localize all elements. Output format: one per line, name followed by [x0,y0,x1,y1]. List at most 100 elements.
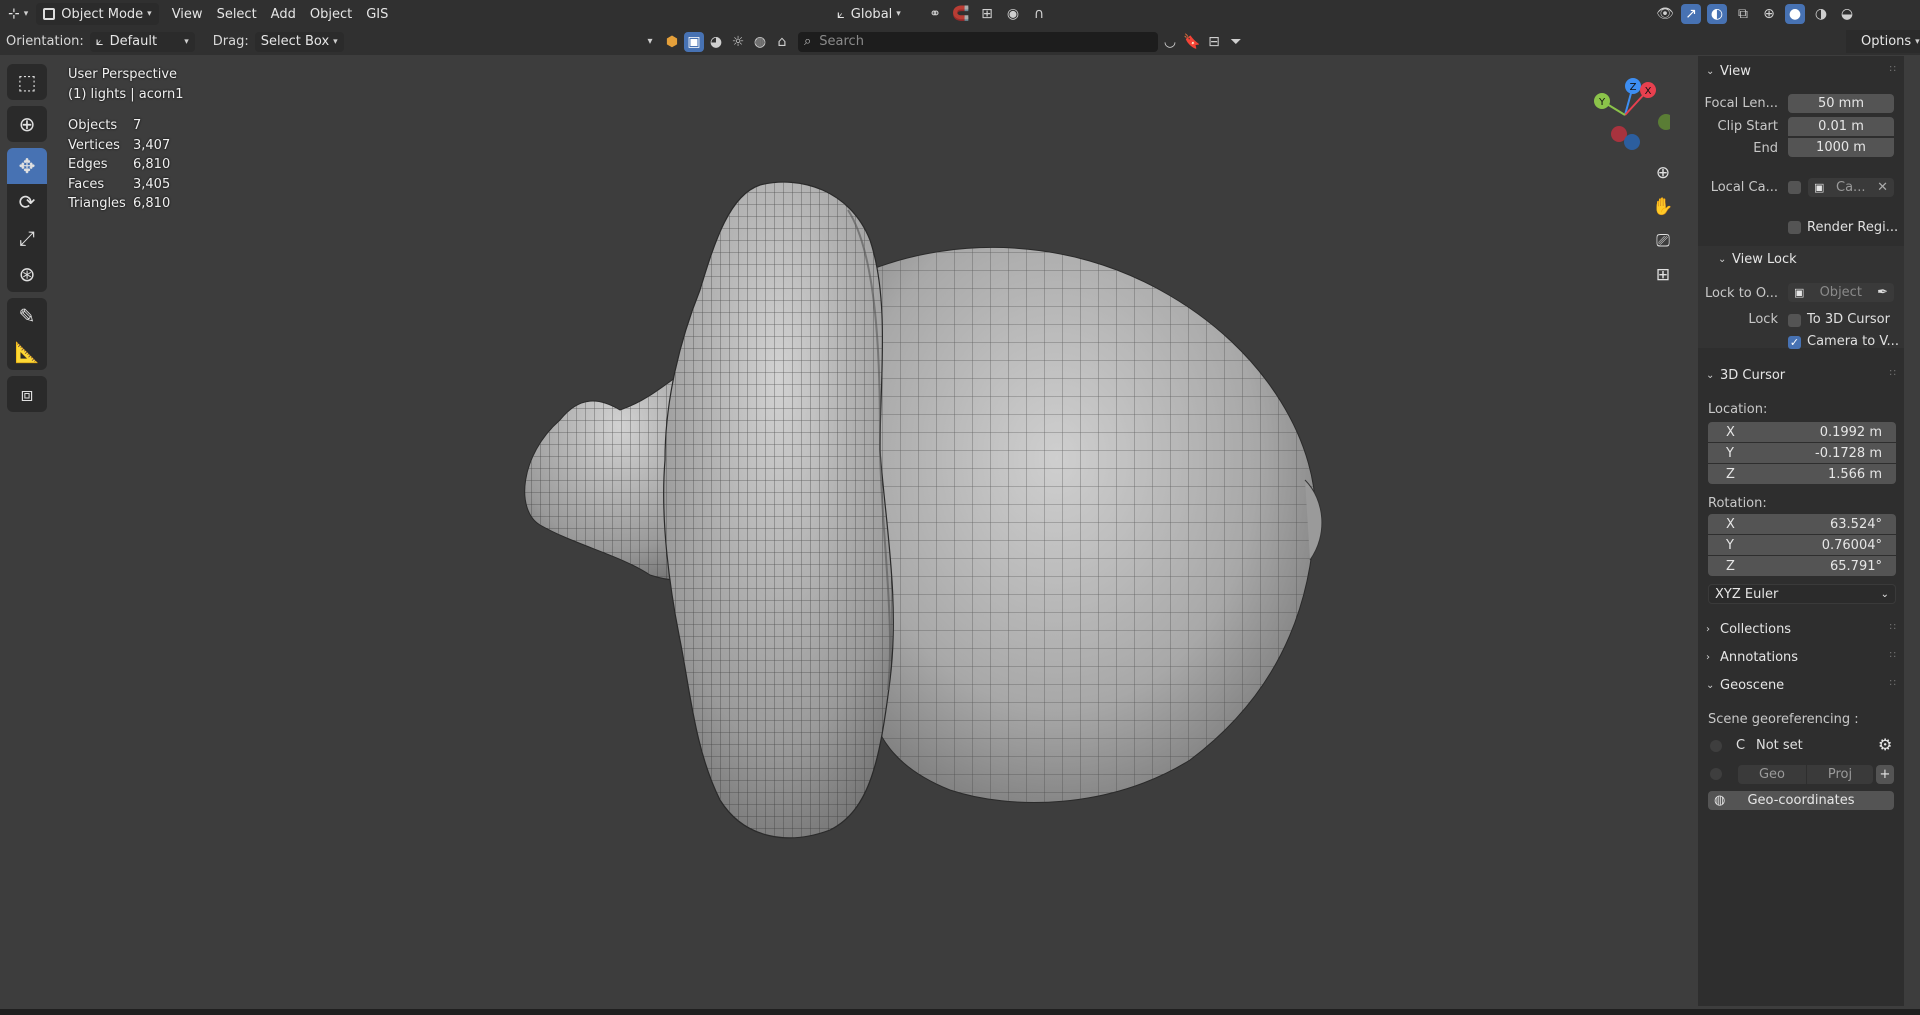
panel-view-header[interactable]: ⌄ View [1706,64,1751,79]
clip-start-field[interactable]: 0.01 m [1788,117,1894,136]
menu-view[interactable]: View [165,3,210,25]
focal-length-field[interactable]: 50 mm [1788,94,1894,113]
selection-set-icon[interactable]: ◡ [1160,32,1180,52]
menu-object[interactable]: Object [303,3,359,25]
rotate-tool-icon[interactable]: ⟳ [7,184,47,220]
geo-button[interactable]: Geo [1738,765,1806,784]
render-region-checkbox[interactable] [1788,221,1801,234]
proj-button[interactable]: Proj [1807,765,1873,784]
outliner-filter-icon[interactable]: ⬢ [662,32,682,52]
drag-handle-icon[interactable]: ∷ [1890,368,1896,379]
panel-3d-cursor-header[interactable]: ⌄ 3D Cursor [1706,368,1785,383]
clear-x-icon[interactable]: ✕ [1877,180,1888,195]
panel-annotations-header[interactable]: › Annotations [1706,650,1798,665]
pan-hand-icon[interactable]: ✋ [1648,192,1678,222]
chevron-down-icon[interactable]: ▾ [640,32,660,52]
annotate-tool-icon[interactable]: ✎ [7,298,47,334]
cursor-rotation-x-field[interactable]: X 63.524° [1708,514,1896,534]
cursor-tool-icon[interactable]: ⊕ [7,106,47,142]
eyedropper-icon[interactable]: ✒ [1877,285,1888,300]
chevron-down-icon: ▾ [896,9,901,19]
drag-dropdown[interactable]: Select Box ▾ [254,31,344,52]
lock-to-object-field[interactable]: ▣ Object ✒ [1788,283,1894,302]
navigation-gizmo[interactable]: Z X Y [1580,70,1670,160]
pivot-point-icon[interactable]: ⚭ [925,4,945,24]
clip-end-field[interactable]: 1000 m [1788,138,1894,157]
cursor-rotation-z-field[interactable]: Z 65.791° [1708,556,1896,576]
transform-tool-icon[interactable]: ⊛ [7,256,47,292]
editor-type-button[interactable]: ⊹ ▾ [4,3,32,25]
filter-icon[interactable]: ⏷ [1226,32,1246,52]
menu-add[interactable]: Add [264,3,303,25]
acorn-nut [869,246,1316,803]
perspective-label: User Perspective [68,67,178,82]
camera-select-icon[interactable]: ⌂ [772,32,792,52]
orthographic-grid-icon[interactable]: ⊞ [1648,260,1678,290]
options-dropdown[interactable]: Options ▾ [1846,30,1920,53]
cursor-rotation-y-field[interactable]: Y 0.76004° [1708,535,1896,555]
bookmark-icon[interactable]: 🔖 [1182,32,1202,52]
render-region-label: Render Regi... [1807,220,1899,235]
zoom-icon[interactable]: ⊕ [1648,158,1678,188]
orientation-dropdown[interactable]: ⟀ Default ▾ [89,31,195,52]
axis-label: X [1726,516,1735,532]
world-select-icon[interactable]: ◍ [750,32,770,52]
snap-icon[interactable]: 🧲 [951,4,971,24]
cursor-location-z-field[interactable]: Z 1.566 m [1708,464,1896,484]
move-tool-icon[interactable]: ✥ [7,148,47,184]
proportional-edit-icon[interactable]: ◉ [1003,4,1023,24]
object-select-icon[interactable]: ▣ [684,31,704,52]
panel-view-lock-header[interactable]: ⌄ View Lock [1718,252,1797,267]
radio-icon[interactable] [1710,740,1722,752]
display-mode-icon[interactable]: ⊟ [1204,32,1224,52]
drag-handle-icon[interactable]: ∷ [1890,650,1896,661]
orientation-value: Default [109,34,158,49]
light-select-icon[interactable]: ☼ [728,32,748,52]
gizmo-neg-z-axis[interactable] [1624,134,1640,150]
cursor-location-x-field[interactable]: X 0.1992 m [1708,422,1896,442]
snap-target-icon[interactable]: ⊞ [977,4,997,24]
mesh-select-icon[interactable]: ◕ [706,32,726,52]
camera-to-view-checkbox[interactable]: ✓ [1788,336,1801,349]
scale-tool-icon[interactable]: ⤢ [7,220,47,256]
measure-tool-icon[interactable]: 📐 [7,334,47,370]
xray-icon[interactable]: ⧉ [1733,4,1753,24]
select-box-tool-icon[interactable]: ⬚ [7,64,47,100]
gizmo-toggle-icon[interactable]: ↗ [1681,4,1701,24]
local-camera-field[interactable]: ▣ Ca... ✕ [1808,178,1894,197]
add-crs-button[interactable]: + [1876,765,1894,784]
mode-dropdown[interactable]: Object Mode ▾ [36,3,159,25]
drag-handle-icon[interactable]: ∷ [1890,64,1896,75]
menu-gis[interactable]: GIS [359,3,395,25]
axis-label: Y [1726,445,1734,461]
gizmo-neg-y-axis[interactable] [1658,114,1670,130]
drag-handle-icon[interactable]: ∷ [1890,622,1896,633]
solid-shading-icon[interactable]: ● [1785,4,1805,24]
geo-coordinates-button[interactable]: ◍ Geo-coordinates [1708,791,1894,810]
wireframe-shading-icon[interactable]: ⊕ [1759,4,1779,24]
rotation-mode-dropdown[interactable]: XYZ Euler ⌄ [1708,584,1896,604]
menu-select[interactable]: Select [210,3,264,25]
search-input[interactable]: ⌕ Search [798,31,1158,52]
falloff-icon[interactable]: ∩ [1029,4,1049,24]
visibility-icon[interactable]: 👁 [1655,4,1675,24]
overlays-toggle-icon[interactable]: ◐ [1707,4,1727,24]
radio-icon[interactable] [1710,768,1722,780]
axis-value: 65.791° [1830,558,1882,574]
cursor-location-y-field[interactable]: Y -0.1728 m [1708,443,1896,463]
panel-geoscene-header[interactable]: ⌄ Geoscene [1706,678,1784,693]
stat-value: 6,810 [133,196,171,211]
stat-value: 6,810 [133,157,171,172]
transform-orientation-dropdown[interactable]: ⟀ Global ▾ [830,3,908,25]
camera-object-icon: ▣ [1814,181,1825,194]
camera-view-icon[interactable]: ⎚ [1648,226,1678,256]
drag-handle-icon[interactable]: ∷ [1890,678,1896,689]
material-shading-icon[interactable]: ◑ [1811,4,1831,24]
to-3d-cursor-checkbox[interactable] [1788,314,1801,327]
clip-start-value: 0.01 m [1818,119,1864,134]
settings-gear-icon[interactable]: ⚙ [1878,735,1892,754]
add-cube-tool-icon[interactable]: ⧈ [7,376,47,412]
panel-collections-header[interactable]: › Collections [1706,622,1791,637]
local-camera-checkbox[interactable] [1788,181,1801,194]
rendered-shading-icon[interactable]: ◒ [1837,4,1857,24]
